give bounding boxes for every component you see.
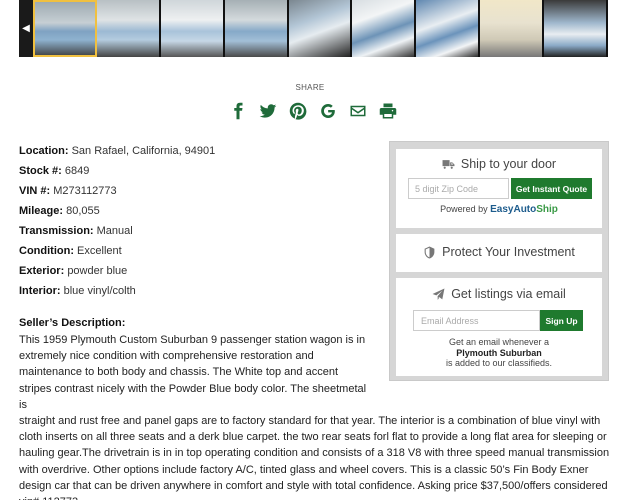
detail-label: Transmission: (19, 225, 94, 237)
detail-label: Exterior: (19, 265, 65, 277)
email-listings-title: Get listings via email (451, 287, 566, 301)
detail-value: 6849 (64, 165, 90, 177)
model-name: Plymouth Suburban (456, 347, 542, 358)
detail-row: Exterior: powder blue (19, 261, 379, 281)
detail-label: Location: (19, 145, 69, 157)
detail-label: Condition: (19, 245, 74, 257)
detail-value: Manual (96, 225, 133, 237)
photo-thumbnail[interactable] (480, 0, 545, 57)
photo-thumbnail[interactable] (352, 0, 417, 57)
email-icon[interactable] (348, 101, 368, 121)
twitter-icon[interactable] (258, 101, 278, 121)
detail-value: blue vinyl/colth (63, 285, 136, 297)
photo-thumbnail-strip: ◀ (19, 0, 609, 57)
detail-row: Condition: Excellent (19, 241, 379, 261)
detail-row: Mileage: 80,055 (19, 201, 379, 221)
pinterest-icon[interactable] (288, 101, 308, 121)
share-label: SHARE (295, 83, 325, 92)
get-instant-quote-button[interactable]: Get Instant Quote (511, 178, 592, 199)
detail-value: M273112773 (53, 185, 117, 197)
sellers-description-title: Seller’s Description: (19, 317, 126, 329)
photo-thumbnail[interactable] (416, 0, 481, 57)
protect-investment-title[interactable]: Protect Your Investment (442, 245, 575, 259)
facebook-icon[interactable] (228, 101, 248, 121)
sign-up-button[interactable]: Sign Up (540, 310, 583, 331)
detail-label: Stock #: (19, 165, 62, 177)
protect-investment-box[interactable]: Protect Your Investment (396, 234, 602, 272)
email-listings-box: Get listings via email Sign Up Get an em… (396, 278, 602, 376)
detail-row: Interior: blue vinyl/colth (19, 281, 379, 301)
description-text: This 1959 Plymouth Custom Suburban 9 pas… (19, 334, 367, 411)
sidebar-panel: Ship to your door Get Instant Quote Powe… (389, 141, 609, 381)
photo-thumbnail[interactable] (160, 0, 225, 57)
photo-thumbnail[interactable] (288, 0, 353, 57)
photo-thumbnail[interactable] (224, 0, 289, 57)
shipping-title: Ship to your door (460, 157, 557, 171)
description-text: straight and rust free and panel gaps ar… (19, 415, 610, 500)
paper-plane-icon (432, 288, 445, 300)
email-note: Get an email whenever a Plymouth Suburba… (396, 337, 602, 369)
detail-row: Location: San Rafael, California, 94901 (19, 141, 379, 161)
chevron-left-icon[interactable]: ◀ (19, 0, 33, 57)
zip-code-input[interactable] (408, 178, 509, 199)
detail-label: Mileage: (19, 205, 64, 217)
detail-value: powder blue (67, 265, 128, 277)
detail-label: VIN #: (19, 185, 51, 197)
detail-row: Stock #: 6849 (19, 161, 379, 181)
photo-thumbnail[interactable] (96, 0, 161, 57)
detail-row: Transmission: Manual (19, 221, 379, 241)
photo-thumbnail[interactable] (33, 0, 97, 57)
photo-thumbnail[interactable] (544, 0, 609, 57)
print-icon[interactable] (378, 101, 398, 121)
vehicle-details: Location: San Rafael, California, 94901 … (19, 141, 379, 301)
shipping-box: Ship to your door Get Instant Quote Powe… (396, 149, 602, 228)
detail-value: 80,055 (66, 205, 100, 217)
shield-icon (424, 246, 435, 258)
detail-row: VIN #: M273112773 (19, 181, 379, 201)
detail-value: Excellent (77, 245, 122, 257)
truck-icon (442, 159, 455, 169)
email-address-input[interactable] (413, 310, 540, 331)
easyautoship-logo: EasyAutoShip (490, 204, 558, 215)
powered-by-label: Powered by (440, 204, 488, 214)
share-icons (228, 99, 398, 123)
detail-label: Interior: (19, 285, 61, 297)
google-icon[interactable] (318, 101, 338, 121)
detail-value: San Rafael, California, 94901 (71, 145, 216, 157)
